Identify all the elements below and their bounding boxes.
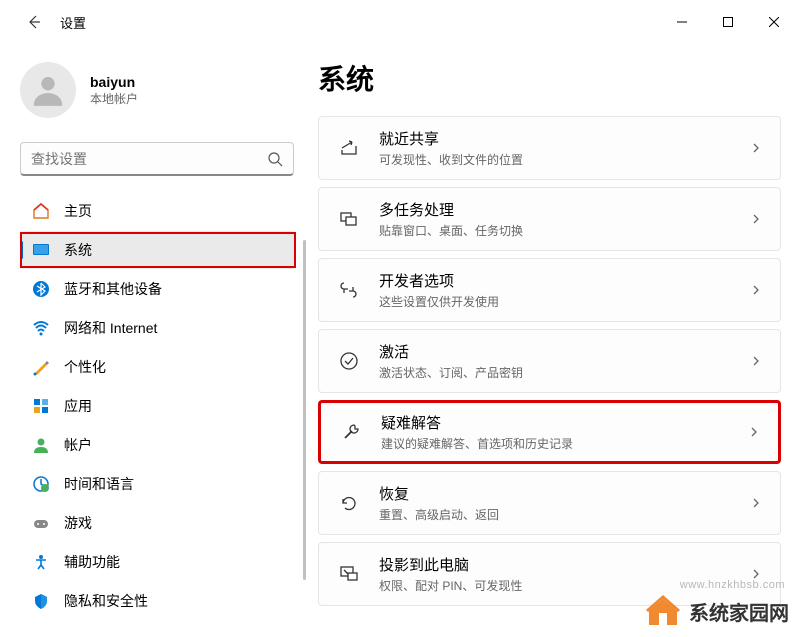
recovery-icon bbox=[337, 491, 361, 515]
card-subtitle: 激活状态、订阅、产品密钥 bbox=[379, 364, 750, 381]
sidebar-item-label: 时间和语言 bbox=[64, 474, 134, 494]
sidebar-item-privacy[interactable]: 隐私和安全性 bbox=[20, 582, 296, 620]
card-subtitle: 重置、高级启动、返回 bbox=[379, 506, 750, 523]
sidebar-item-gaming[interactable]: 游戏 bbox=[20, 504, 296, 542]
user-subtitle: 本地帐户 bbox=[90, 90, 138, 107]
network-icon bbox=[32, 319, 50, 337]
search-input[interactable] bbox=[31, 151, 267, 167]
bluetooth-icon bbox=[32, 280, 50, 298]
sidebar-item-label: 帐户 bbox=[64, 435, 92, 455]
user-name: baiyun bbox=[90, 74, 138, 90]
setting-multitasking[interactable]: 多任务处理贴靠窗口、桌面、任务切换 bbox=[318, 187, 781, 251]
apps-icon bbox=[32, 397, 50, 415]
maximize-button[interactable] bbox=[705, 6, 751, 38]
user-icon bbox=[29, 71, 67, 109]
sidebar-scrollbar[interactable] bbox=[303, 240, 306, 620]
search-box[interactable] bbox=[20, 142, 294, 176]
minimize-icon bbox=[677, 17, 687, 27]
share-icon bbox=[337, 136, 361, 160]
chevron-right-icon bbox=[750, 355, 762, 367]
home-icon bbox=[32, 202, 50, 220]
chevron-right-icon bbox=[750, 284, 762, 296]
window-title: 设置 bbox=[60, 13, 86, 32]
page-title: 系统 bbox=[318, 58, 781, 98]
back-button[interactable] bbox=[24, 12, 44, 32]
sidebar-item-apps[interactable]: 应用 bbox=[20, 387, 296, 425]
sidebar-item-label: 辅助功能 bbox=[64, 552, 120, 572]
sidebar-item-label: 隐私和安全性 bbox=[64, 591, 148, 611]
maximize-icon bbox=[723, 17, 733, 27]
sidebar-item-time-language[interactable]: 时间和语言 bbox=[20, 465, 296, 503]
chevron-right-icon bbox=[750, 142, 762, 154]
sidebar-item-personalization[interactable]: 个性化 bbox=[20, 348, 296, 386]
setting-activation[interactable]: 激活激活状态、订阅、产品密钥 bbox=[318, 329, 781, 393]
chevron-right-icon bbox=[750, 213, 762, 225]
multitasking-icon bbox=[337, 207, 361, 231]
project-icon bbox=[337, 562, 361, 586]
titlebar: 设置 bbox=[0, 0, 805, 44]
avatar bbox=[20, 62, 76, 118]
sidebar: baiyun 本地帐户 主页 系统 蓝牙和其他设备 bbox=[0, 44, 310, 637]
sidebar-item-label: 网络和 Internet bbox=[64, 318, 157, 338]
sidebar-item-network[interactable]: 网络和 Internet bbox=[20, 309, 296, 347]
setting-recovery[interactable]: 恢复重置、高级启动、返回 bbox=[318, 471, 781, 535]
close-icon bbox=[769, 17, 779, 27]
chevron-right-icon bbox=[748, 426, 760, 438]
watermark: 系统家园网 bbox=[645, 593, 789, 629]
sidebar-item-accessibility[interactable]: 辅助功能 bbox=[20, 543, 296, 581]
minimize-button[interactable] bbox=[659, 6, 705, 38]
sidebar-item-label: 系统 bbox=[64, 240, 92, 260]
accounts-icon bbox=[32, 436, 50, 454]
watermark-text: 系统家园网 bbox=[689, 597, 789, 626]
card-subtitle: 建议的疑难解答、首选项和历史记录 bbox=[381, 435, 748, 452]
sidebar-item-home[interactable]: 主页 bbox=[20, 192, 296, 230]
privacy-icon bbox=[32, 592, 50, 610]
sidebar-item-label: 主页 bbox=[64, 201, 92, 221]
card-subtitle: 这些设置仅供开发使用 bbox=[379, 293, 750, 310]
chevron-right-icon bbox=[750, 497, 762, 509]
sidebar-item-label: 个性化 bbox=[64, 357, 106, 377]
card-subtitle: 可发现性、收到文件的位置 bbox=[379, 151, 750, 168]
accessibility-icon bbox=[32, 553, 50, 571]
personalization-icon bbox=[32, 358, 50, 376]
main-content: 系统 就近共享可发现性、收到文件的位置 多任务处理贴靠窗口、桌面、任务切换 开发… bbox=[310, 44, 805, 637]
card-title: 疑难解答 bbox=[381, 412, 748, 433]
system-icon bbox=[32, 241, 50, 259]
sidebar-item-bluetooth[interactable]: 蓝牙和其他设备 bbox=[20, 270, 296, 308]
card-title: 投影到此电脑 bbox=[379, 554, 750, 575]
sidebar-item-label: 应用 bbox=[64, 396, 92, 416]
activation-icon bbox=[337, 349, 361, 373]
sidebar-item-system[interactable]: 系统 bbox=[20, 231, 296, 269]
gaming-icon bbox=[32, 514, 50, 532]
setting-developer[interactable]: 开发者选项这些设置仅供开发使用 bbox=[318, 258, 781, 322]
sidebar-item-accounts[interactable]: 帐户 bbox=[20, 426, 296, 464]
card-title: 激活 bbox=[379, 341, 750, 362]
card-title: 开发者选项 bbox=[379, 270, 750, 291]
window-controls bbox=[659, 6, 797, 38]
card-title: 多任务处理 bbox=[379, 199, 750, 220]
developer-icon bbox=[337, 278, 361, 302]
user-profile[interactable]: baiyun 本地帐户 bbox=[16, 56, 310, 134]
watermark-logo-icon bbox=[645, 593, 681, 629]
card-title: 恢复 bbox=[379, 483, 750, 504]
card-subtitle: 贴靠窗口、桌面、任务切换 bbox=[379, 222, 750, 239]
close-button[interactable] bbox=[751, 6, 797, 38]
sidebar-item-label: 蓝牙和其他设备 bbox=[64, 279, 162, 299]
watermark-url: www.hnzkhbsb.com bbox=[680, 579, 785, 591]
setting-nearby-share[interactable]: 就近共享可发现性、收到文件的位置 bbox=[318, 116, 781, 180]
setting-troubleshoot[interactable]: 疑难解答建议的疑难解答、首选项和历史记录 bbox=[318, 400, 781, 464]
card-title: 就近共享 bbox=[379, 128, 750, 149]
back-arrow-icon bbox=[26, 14, 42, 30]
troubleshoot-icon bbox=[339, 420, 363, 444]
search-icon bbox=[267, 151, 283, 167]
time-language-icon bbox=[32, 475, 50, 493]
sidebar-item-label: 游戏 bbox=[64, 513, 92, 533]
